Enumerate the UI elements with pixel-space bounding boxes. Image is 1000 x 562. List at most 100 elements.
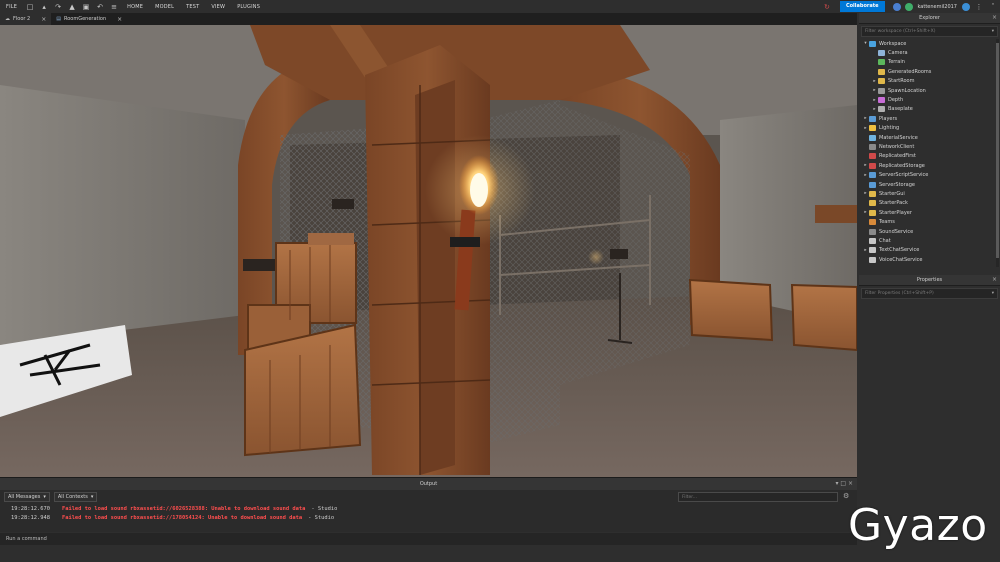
menu-plugins[interactable]: PLUGINS (231, 4, 266, 10)
output-header: Output ▾ □ × (0, 478, 857, 490)
tree-item[interactable]: ▸ TextChatService (859, 246, 1000, 255)
tree-item[interactable]: Terrain (859, 58, 1000, 67)
tree-item[interactable]: NetworkClient (859, 142, 1000, 151)
chevron-down-icon[interactable]: ▾ (992, 29, 994, 34)
tree-item[interactable]: Teams (859, 217, 1000, 226)
messages-filter-select[interactable]: All Messages ▾ (4, 492, 50, 502)
tree-item[interactable]: Camera (859, 48, 1000, 57)
tree-item-label: StarterGui (879, 190, 905, 197)
tree-item[interactable]: ▸ ReplicatedStorage (859, 161, 1000, 170)
collaborate-button[interactable]: Collaborate (839, 1, 885, 12)
tree-item[interactable]: ▾ Workspace (859, 39, 1000, 48)
tree-item[interactable]: ServerStorage (859, 180, 1000, 189)
tree-item[interactable]: VoiceChatService (859, 255, 1000, 264)
publish-icon[interactable]: ▲ (68, 3, 76, 11)
chevron-right-icon[interactable]: ▸ (862, 116, 869, 121)
output-toolbar: All Messages ▾ All Contexts ▾ Filter... … (0, 490, 857, 504)
menu-test[interactable]: TEST (180, 4, 205, 10)
panel-close-icon[interactable]: × (992, 14, 997, 21)
game-viewport[interactable] (0, 25, 857, 477)
tree-item[interactable]: MaterialService (859, 133, 1000, 142)
chevron-right-icon[interactable]: ▸ (871, 98, 878, 103)
tree-item[interactable]: ▸ Players (859, 114, 1000, 123)
chevron-right-icon[interactable]: ▸ (862, 210, 869, 215)
new-file-icon[interactable]: □ (26, 3, 34, 11)
avatar[interactable] (904, 2, 913, 11)
document-tabs: ☁ Floor 2 × ▤ RoomGeneration × (0, 13, 857, 25)
tree-item[interactable]: ▸ Lighting (859, 124, 1000, 133)
tree-item[interactable]: ▸ StarterGui (859, 189, 1000, 198)
log-line: 19:28:12.670 Failed to load sound rbxass… (0, 504, 857, 513)
explorer-filter-input[interactable]: Filter workspace (Ctrl+Shift+X) ▾ (861, 26, 998, 37)
tree-item[interactable]: ▸ StarterPlayer (859, 208, 1000, 217)
tree-item[interactable]: StarterPack (859, 199, 1000, 208)
instance-icon (878, 78, 885, 85)
share-network-icon[interactable]: ⋮ (975, 3, 983, 11)
tree-item[interactable]: ReplicatedFirst (859, 152, 1000, 161)
tree-item-label: ReplicatedStorage (879, 162, 925, 169)
close-icon[interactable]: × (41, 16, 46, 23)
menu-home[interactable]: HOME (121, 4, 149, 10)
instance-icon (869, 237, 876, 244)
menu-view[interactable]: VIEW (205, 4, 231, 10)
chevron-right-icon[interactable]: ▸ (862, 248, 869, 253)
contexts-filter-select[interactable]: All Contexts ▾ (53, 492, 98, 502)
more-icon[interactable]: ≡ (110, 3, 118, 11)
tree-item[interactable]: Chat (859, 236, 1000, 245)
scene-render (0, 25, 857, 477)
chevron-right-icon[interactable]: ▸ (862, 163, 869, 168)
username-label[interactable]: kattenemil2017 (918, 4, 958, 10)
filter-placeholder: Filter... (682, 494, 698, 500)
chevron-down-icon[interactable]: ▾ (992, 291, 994, 296)
chevron-right-icon[interactable]: ▸ (871, 79, 878, 84)
chevron-right-icon[interactable]: ▸ (862, 126, 869, 131)
chevron-right-icon[interactable]: ▸ (871, 88, 878, 93)
open-file-icon[interactable]: ▴ (40, 3, 48, 11)
tree-item-label: Teams (879, 219, 895, 226)
help-icon[interactable] (892, 2, 901, 11)
chevron-up-icon[interactable]: ˆ (989, 3, 997, 11)
explorer-tree: ▾ Workspace Camera Terrain GeneratedRooms ▸ St… (859, 39, 1000, 267)
chevron-down-icon[interactable]: ▾ (862, 41, 869, 46)
instance-icon (869, 125, 876, 132)
tree-item-label: ServerScriptService (879, 172, 929, 179)
log-source: - Studio (308, 514, 335, 521)
log-line: 19:28:12.948 Failed to load sound rbxass… (0, 513, 857, 522)
chevron-right-icon[interactable]: ▸ (862, 173, 869, 178)
chevron-down-icon: ▾ (43, 494, 46, 500)
chevron-right-icon[interactable]: ▸ (871, 107, 878, 112)
gear-icon[interactable]: ⚙ (843, 492, 849, 500)
instance-icon (878, 68, 885, 75)
output-filter-input[interactable]: Filter... (678, 492, 838, 502)
tree-item[interactable]: ▸ StartRoom (859, 77, 1000, 86)
menu-file[interactable]: FILE (0, 4, 23, 10)
chevron-right-icon[interactable]: ▸ (862, 191, 869, 196)
instance-icon (869, 153, 876, 160)
tree-item-label: Players (879, 115, 898, 122)
share-icon[interactable]: ↻ (823, 3, 831, 11)
redo-arrow-icon[interactable]: ↷ (54, 3, 62, 11)
tree-item[interactable]: ▸ Baseplate (859, 105, 1000, 114)
settings-icon[interactable] (962, 2, 970, 11)
menu-model[interactable]: MODEL (149, 4, 180, 10)
undo-icon[interactable]: ↶ (96, 3, 104, 11)
close-icon[interactable]: × (117, 16, 122, 23)
explorer-scrollbar[interactable] (996, 39, 999, 267)
tree-item[interactable]: ▸ ServerScriptService (859, 170, 1000, 179)
properties-filter-input[interactable]: Filter Properties (Ctrl+Shift+P) ▾ (861, 288, 998, 299)
scrollbar-thumb[interactable] (996, 43, 999, 258)
command-bar-input[interactable]: Run a command (0, 533, 857, 545)
panel-close-icon[interactable]: × (992, 276, 997, 283)
tree-item-label: StarterPlayer (879, 209, 912, 216)
tab-floor-2[interactable]: ☁ Floor 2 × (0, 13, 52, 25)
tree-item[interactable]: SoundService (859, 227, 1000, 236)
tree-item[interactable]: ▸ SpawnLocation (859, 86, 1000, 95)
tree-item-label: StarterPack (879, 200, 908, 207)
tab-label: Floor 2 (13, 16, 31, 22)
tree-item-label: ReplicatedFirst (879, 153, 916, 160)
output-window-controls[interactable]: ▾ □ × (835, 480, 853, 487)
tree-item[interactable]: ▸ Depth (859, 95, 1000, 104)
tree-item[interactable]: GeneratedRooms (859, 67, 1000, 76)
save-icon[interactable]: ▣ (82, 3, 90, 11)
tab-room-generation[interactable]: ▤ RoomGeneration × (51, 13, 127, 25)
